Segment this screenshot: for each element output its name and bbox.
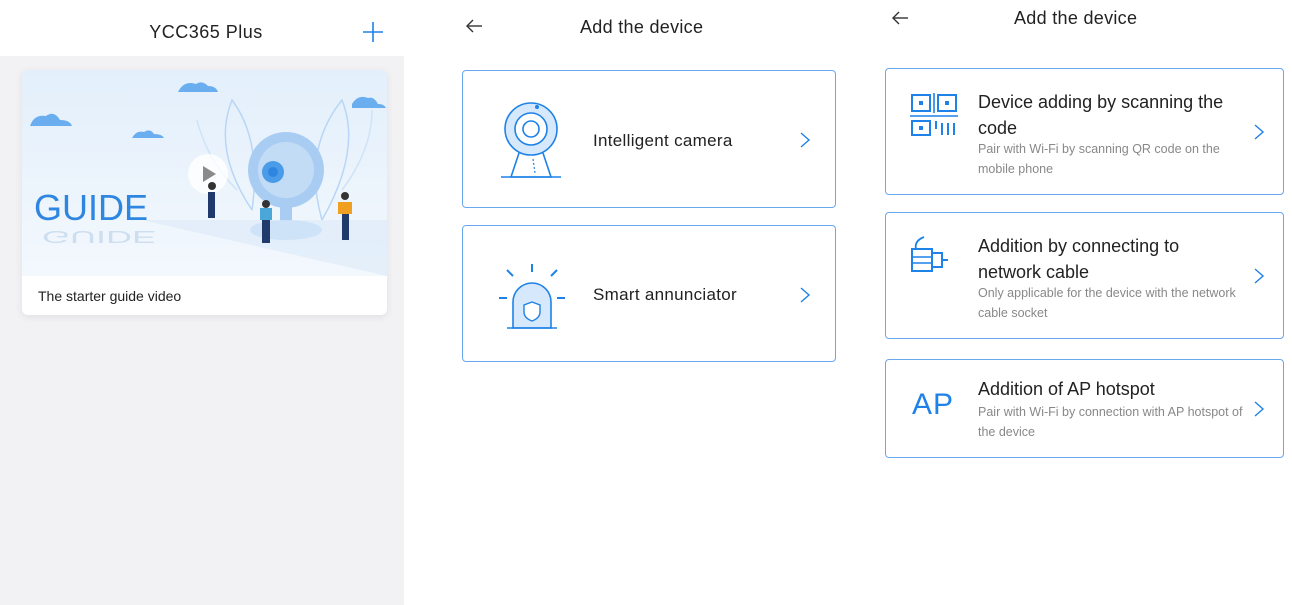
ap-hotspot-option[interactable]: AP Addition of AP hotspot Pair with Wi-F…	[885, 359, 1284, 458]
qr-code-icon	[910, 93, 958, 136]
option-subtitle: Only applicable for the device with the …	[978, 286, 1236, 320]
network-cable-icon	[911, 236, 948, 272]
option-title: Addition by connecting to network cable	[978, 236, 1180, 282]
ap-hotspot-icon: AP	[912, 388, 955, 421]
option-subtitle: Pair with Wi-Fi by connection with AP ho…	[978, 405, 1243, 439]
guide-video-caption: The starter guide video	[38, 288, 182, 304]
chevron-right-icon	[1254, 268, 1265, 284]
guide-video-thumbnail: GUIDE GUIDE	[22, 70, 387, 276]
guide-video-card[interactable]: GUIDE GUIDE The starter guide video	[22, 70, 387, 315]
option-subtitle: Pair with Wi-Fi by scanning QR code on t…	[978, 142, 1220, 176]
chevron-right-icon	[1254, 401, 1265, 417]
back-arrow-icon[interactable]	[462, 14, 486, 38]
home-header: YCC365 Plus	[0, 0, 404, 56]
back-arrow-icon[interactable]	[888, 6, 912, 30]
chevron-right-icon	[800, 287, 811, 303]
page-title: Add the device	[1014, 8, 1138, 28]
option-title: Device adding by scanning the code	[978, 92, 1224, 138]
device-type-screen: Add the device Intelligent camera Smart …	[404, 0, 844, 605]
camera-icon	[501, 102, 561, 178]
network-cable-option[interactable]: Addition by connecting to network cable …	[885, 212, 1284, 339]
alarm-icon	[499, 264, 565, 329]
intelligent-camera-card[interactable]: Intelligent camera	[462, 70, 836, 208]
app-title: YCC365 Plus	[149, 22, 263, 42]
chevron-right-icon	[1254, 124, 1265, 140]
home-screen: YCC365 Plus GUIDE GUIDE The starter guid…	[0, 0, 404, 605]
scan-code-option[interactable]: Device adding by scanning the code Pair …	[885, 68, 1284, 195]
guide-text: GUIDE	[34, 187, 148, 228]
device-type-label: Smart annunciator	[593, 285, 738, 304]
svg-text:GUIDE: GUIDE	[42, 227, 156, 247]
page-title: Add the device	[580, 17, 704, 37]
device-type-label: Intelligent camera	[593, 131, 733, 150]
add-method-screen: Add the device Device adding by scanning…	[844, 0, 1292, 605]
chevron-right-icon	[800, 132, 811, 148]
device-type-header: Add the device	[404, 0, 844, 56]
option-title: Addition of AP hotspot	[978, 379, 1155, 399]
add-device-icon[interactable]	[360, 19, 386, 45]
smart-annunciator-card[interactable]: Smart annunciator	[462, 225, 836, 362]
